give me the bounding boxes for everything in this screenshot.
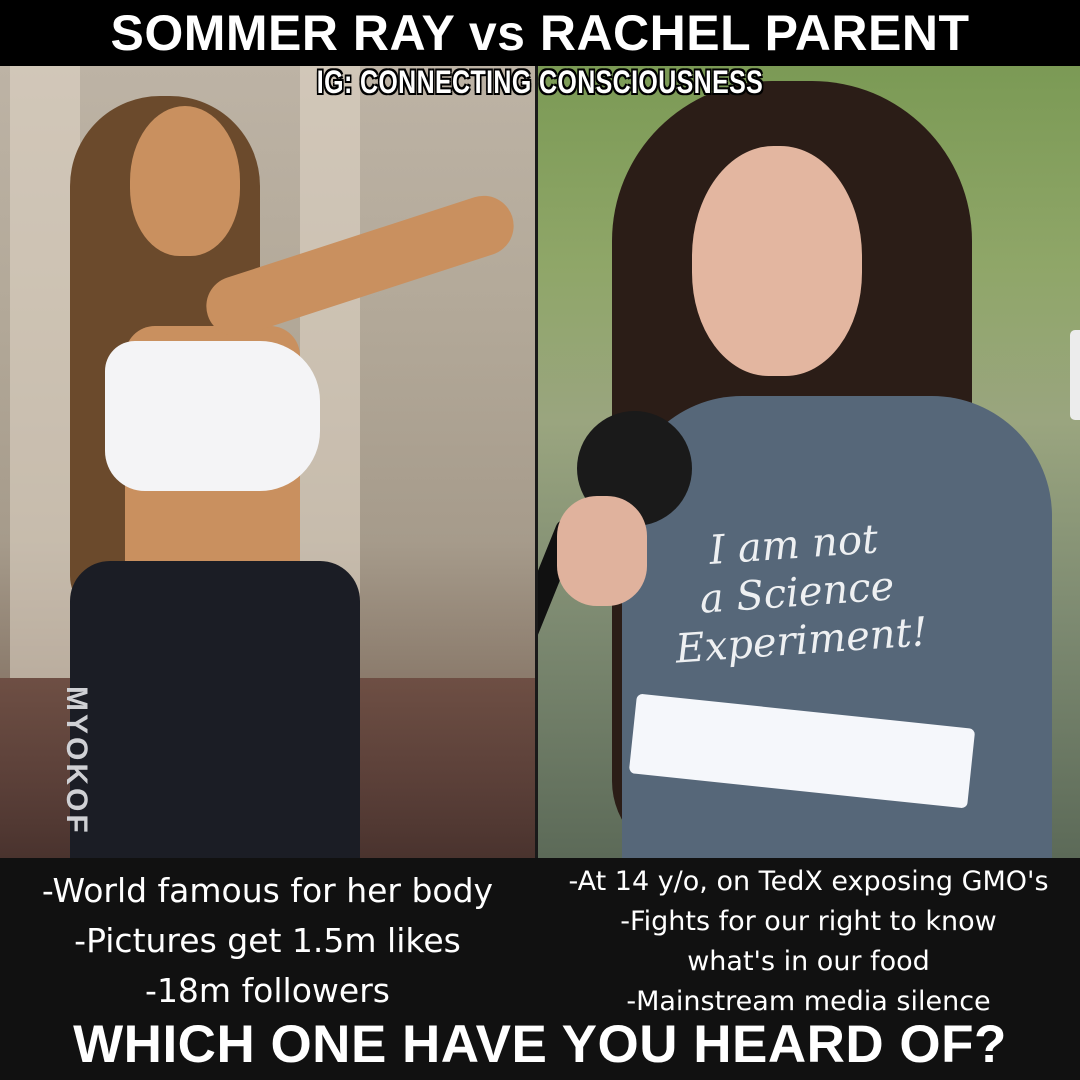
leggings-brand-text: MYOKOF <box>60 686 93 836</box>
photo-divider <box>535 66 538 858</box>
sports-bra <box>105 341 320 491</box>
shirt-slogan: I am not a Science Experiment! <box>667 512 929 673</box>
header-bar: SOMMER RAY vs RACHEL PARENT <box>0 0 1080 66</box>
leggings <box>70 561 360 858</box>
left-fact: -18m followers <box>145 971 390 1010</box>
left-photo: MYOKOF <box>0 66 537 858</box>
hand <box>557 496 647 606</box>
right-fact: -Fights for our right to know <box>620 906 997 937</box>
head <box>130 106 240 256</box>
right-photo: I am not a Science Experiment! <box>537 66 1080 858</box>
right-fact: -At 14 y/o, on TedX exposing GMO's <box>568 866 1049 897</box>
left-fact: -Pictures get 1.5m likes <box>74 921 461 960</box>
meme-title: SOMMER RAY vs RACHEL PARENT <box>110 5 970 61</box>
left-fact: -World famous for her body <box>41 871 494 910</box>
right-facts: -At 14 y/o, on TedX exposing GMO's -Figh… <box>537 862 1080 1022</box>
right-fact: what's in our food <box>687 946 930 977</box>
footer-question: WHICH ONE HAVE YOU HEARD OF? <box>73 1015 1007 1074</box>
head <box>692 146 862 376</box>
side-scroll-tab[interactable] <box>1070 330 1080 420</box>
ig-credit: IG: CONNECTING CONSCIOUSNESS <box>316 64 764 100</box>
left-facts: -World famous for her body -Pictures get… <box>0 866 535 1016</box>
